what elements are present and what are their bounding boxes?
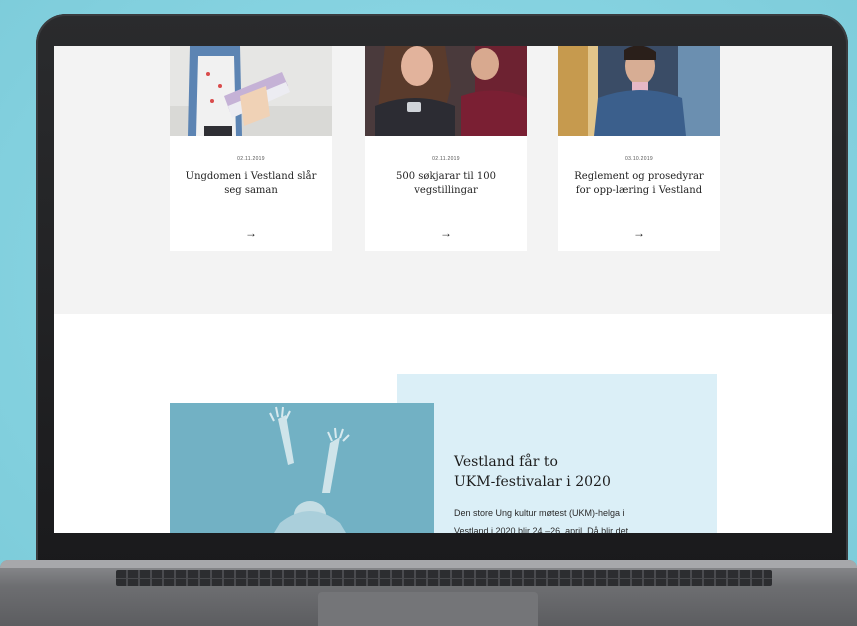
feature-body-line-2: Vestland i 2020 blir 24.–26. april. Då b… xyxy=(454,526,629,533)
feature-title-line-1[interactable]: Vestland får to xyxy=(454,452,704,472)
feature-area: Vestland får to UKM-festivalar i 2020 De… xyxy=(54,46,832,533)
feature-photo xyxy=(170,403,434,533)
feature-body-line-1: Den store Ung kultur møtest (UKM)-helga … xyxy=(454,508,625,518)
laptop-base-edge xyxy=(0,560,857,568)
keyboard-row-divider xyxy=(116,578,772,579)
trackpad xyxy=(318,592,538,626)
feature-title[interactable]: Vestland får to UKM-festivalar i 2020 xyxy=(454,452,704,492)
feature-title-line-2[interactable]: UKM-festivalar i 2020 xyxy=(454,472,704,492)
feature-body: Den store Ung kultur møtest (UKM)-helga … xyxy=(454,504,686,533)
